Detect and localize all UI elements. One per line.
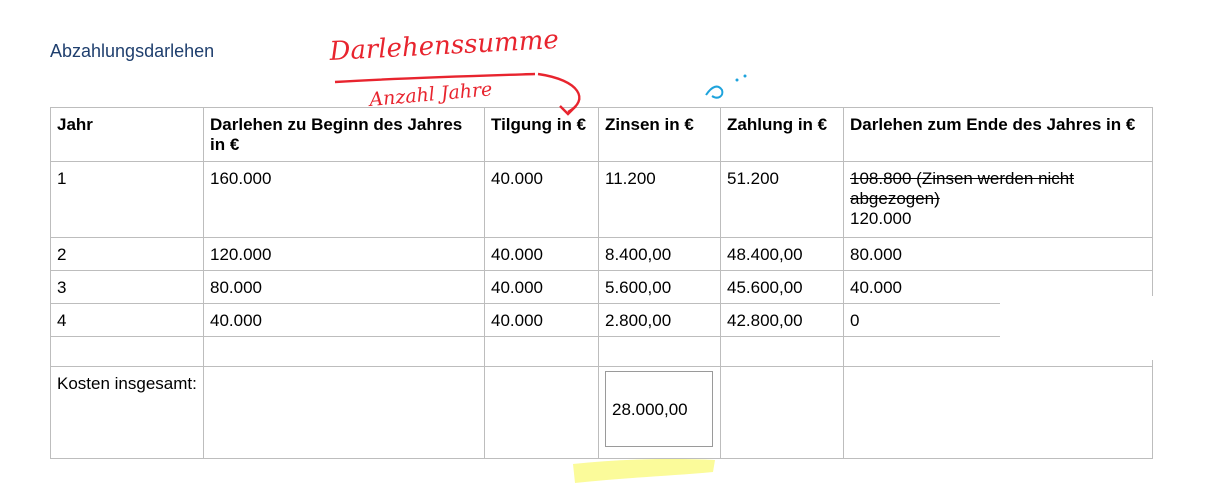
cell-zinsen: 11.200 <box>598 161 721 238</box>
table-row: 3 80.000 40.000 5.600,00 45.600,00 40.00… <box>50 270 1153 304</box>
cell-tilgung: 40.000 <box>484 161 599 238</box>
header-row: Jahr Darlehen zu Beginn des Jahres in € … <box>50 107 1153 162</box>
cell-ende: 80.000 <box>843 237 1153 271</box>
page-title: Abzahlungsdarlehen <box>50 41 215 61</box>
table-row: 4 40.000 40.000 2.800,00 42.800,00 0 <box>50 303 1153 337</box>
cell-zahlung: 45.600,00 <box>720 270 844 304</box>
cell-beginn: 40.000 <box>203 303 485 337</box>
cell-jahr: 2 <box>50 237 204 271</box>
total-interest-value: 28.000,00 <box>612 400 688 419</box>
cell-ende: 108.800 (Zinsen werden nicht abgezogen) … <box>843 161 1153 238</box>
cell-zinsen: 2.800,00 <box>598 303 721 337</box>
blue-dot <box>735 78 739 82</box>
yellow-highlight <box>573 459 715 483</box>
cell-beginn: 80.000 <box>203 270 485 304</box>
header-darlehen-beginn: Darlehen zu Beginn des Jahres in € <box>203 107 485 162</box>
struck-out-value: 108.800 (Zinsen werden nicht abgezogen) <box>850 169 1074 208</box>
cell-beginn: 160.000 <box>203 161 485 238</box>
cell-tilgung: 40.000 <box>484 237 599 271</box>
total-interest-box: 28.000,00 <box>605 371 713 447</box>
cell-jahr: 3 <box>50 270 204 304</box>
header-zahlung: Zahlung in € <box>720 107 844 162</box>
total-cost-row: Kosten insgesamt: 28.000,00 <box>50 366 1153 459</box>
cell-zahlung: 42.800,00 <box>720 303 844 337</box>
header-zinsen: Zinsen in € <box>598 107 721 162</box>
header-jahr: Jahr <box>50 107 204 162</box>
empty-row <box>50 336 1153 367</box>
cell-jahr: 4 <box>50 303 204 337</box>
cell-beginn: 120.000 <box>203 237 485 271</box>
cell-tilgung: 40.000 <box>484 270 599 304</box>
table-row: 1 160.000 40.000 11.200 51.200 108.800 (… <box>50 161 1153 238</box>
header-darlehen-ende: Darlehen zum Ende des Jahres in € <box>843 107 1153 162</box>
fraction-line <box>334 72 536 84</box>
white-mask <box>1000 296 1165 360</box>
blue-dot <box>743 74 747 78</box>
corrected-value: 120.000 <box>850 209 912 228</box>
cell-zinsen: 8.400,00 <box>598 237 721 271</box>
table-row: 2 120.000 40.000 8.400,00 48.400,00 80.0… <box>50 237 1153 271</box>
cell-zahlung: 51.200 <box>720 161 844 238</box>
handwritten-numerator: Darlehenssumme <box>328 25 560 67</box>
cell-zinsen: 5.600,00 <box>598 270 721 304</box>
cell-tilgung: 40.000 <box>484 303 599 337</box>
repayment-table: Jahr Darlehen zu Beginn des Jahres in € … <box>50 107 1153 459</box>
header-tilgung: Tilgung in € <box>484 107 599 162</box>
cost-label: Kosten insgesamt: <box>50 366 204 459</box>
blue-scribble <box>705 85 724 99</box>
cell-zahlung: 48.400,00 <box>720 237 844 271</box>
cell-jahr: 1 <box>50 161 204 238</box>
